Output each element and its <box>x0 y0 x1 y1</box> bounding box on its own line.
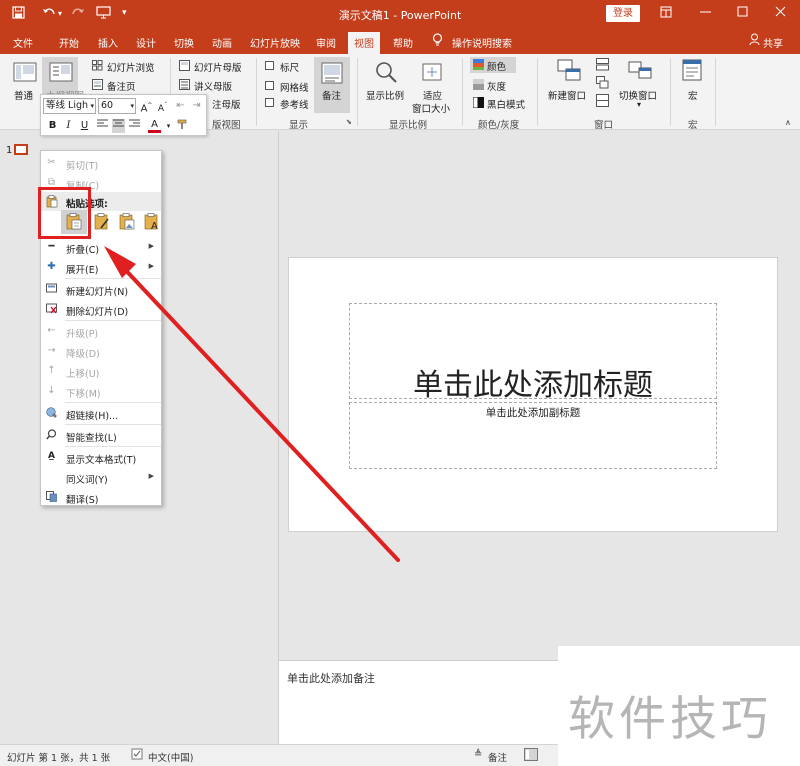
notes-status-button[interactable]: 备注 <box>488 750 507 764</box>
slide-count-status: 幻灯片 第 1 张，共 1 张 <box>7 753 111 764</box>
notes-status-icon: ≜ <box>474 749 483 760</box>
language-status[interactable]: 中文(中国) <box>148 750 193 764</box>
notes-placeholder-text: 单击此处添加备注 <box>287 672 375 685</box>
spell-check-icon[interactable] <box>131 748 143 763</box>
watermark-text: 软件技巧 <box>568 692 772 747</box>
normal-view-status-icon[interactable] <box>524 748 538 764</box>
watermark-area: 软件技巧 <box>558 646 800 766</box>
